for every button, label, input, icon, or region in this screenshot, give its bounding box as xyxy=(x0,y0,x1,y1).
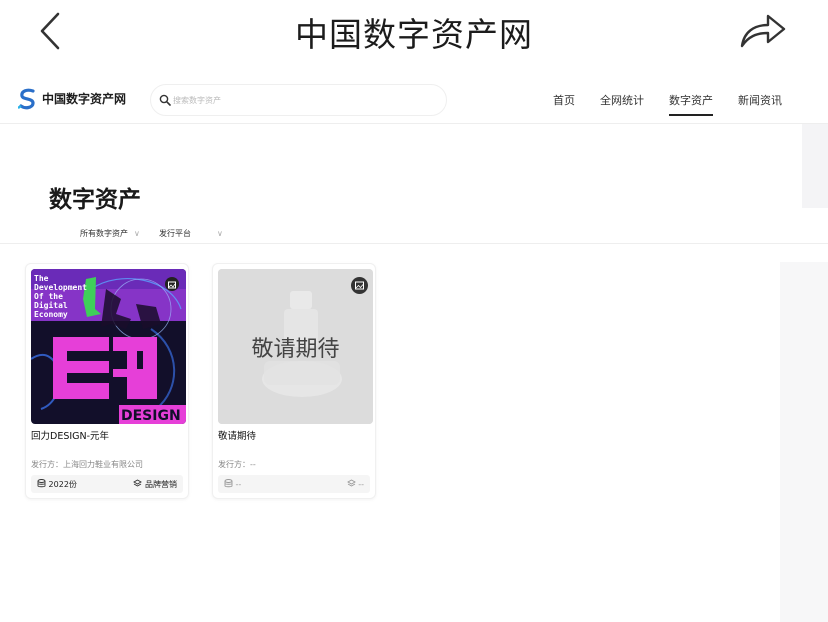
asset-meta: -- -- xyxy=(218,475,370,493)
database-icon xyxy=(224,479,233,488)
logo-text[interactable]: 中国数字资产网 xyxy=(42,90,126,107)
asset-category-label: -- xyxy=(358,480,364,489)
database-icon xyxy=(37,479,46,488)
nav-digital-assets[interactable]: 数字资产 xyxy=(669,92,713,116)
artwork-line: The xyxy=(34,274,49,283)
asset-image[interactable]: The Development Of the Digital Economy D… xyxy=(31,269,186,424)
artwork-design-text: DESIGN xyxy=(121,408,181,424)
artwork-line: Economy xyxy=(34,310,68,319)
side-panel xyxy=(802,124,828,208)
image-icon xyxy=(351,277,368,294)
asset-meta: 2022份 品牌营销 xyxy=(31,475,183,493)
filter-bar: 所有数字资产 ∨ 发行平台 ∨ xyxy=(0,224,828,244)
asset-year-label: -- xyxy=(235,480,242,489)
asset-year-label: 2022份 xyxy=(48,480,77,489)
app-title: 中国数字资产网 xyxy=(295,15,533,54)
asset-name[interactable]: 回力DESIGN-元年 xyxy=(31,428,109,442)
asset-name[interactable]: 敬请期待 xyxy=(218,428,256,442)
filter-label: 所有数字资产 xyxy=(80,229,128,238)
filter-label: 发行平台 xyxy=(159,229,191,238)
site-header: 中国数字资产网 首页 全网统计 数字资产 新闻资讯 xyxy=(0,76,828,124)
image-icon xyxy=(165,277,179,291)
artwork-line: Digital xyxy=(34,300,68,310)
nav-home[interactable]: 首页 xyxy=(553,92,575,108)
search-box[interactable] xyxy=(150,84,447,116)
asset-card[interactable]: The Development Of the Digital Economy D… xyxy=(25,263,189,499)
asset-issuer: 发行方：上海回力鞋业有限公司 xyxy=(31,460,143,469)
chevron-down-icon: ∨ xyxy=(134,229,140,238)
search-input[interactable] xyxy=(173,92,433,109)
app-bar: 中国数字资产网 xyxy=(0,0,828,62)
chevron-down-icon: ∨ xyxy=(217,229,223,238)
artwork-line: Development xyxy=(34,283,87,292)
nav-news[interactable]: 新闻资讯 xyxy=(738,92,782,108)
filter-all-assets[interactable]: 所有数字资产 ∨ xyxy=(80,228,140,239)
asset-category: 品牌营销 xyxy=(133,479,177,490)
layers-icon xyxy=(346,479,356,487)
filter-platform[interactable]: 发行平台 ∨ xyxy=(159,228,223,239)
asset-year: -- xyxy=(224,479,241,489)
page-title: 数字资产 xyxy=(49,187,141,213)
layers-icon xyxy=(133,479,143,487)
asset-category: -- xyxy=(346,479,364,489)
asset-category-label: 品牌营销 xyxy=(145,480,177,489)
asset-card[interactable]: 敬请期待 敬请期待 发行方：-- -- -- xyxy=(212,263,376,499)
search-icon xyxy=(159,94,171,106)
artwork-line: Of the xyxy=(34,292,63,301)
nav-statistics[interactable]: 全网统计 xyxy=(600,92,644,108)
logo-icon[interactable] xyxy=(18,88,38,110)
share-icon[interactable] xyxy=(736,8,788,52)
side-panel xyxy=(780,262,828,622)
asset-artwork: The Development Of the Digital Economy D… xyxy=(31,269,186,424)
placeholder-text: 敬请期待 xyxy=(251,337,340,362)
asset-year: 2022份 xyxy=(37,479,77,490)
asset-issuer: 发行方：-- xyxy=(218,460,256,469)
asset-image[interactable]: 敬请期待 xyxy=(218,269,373,424)
